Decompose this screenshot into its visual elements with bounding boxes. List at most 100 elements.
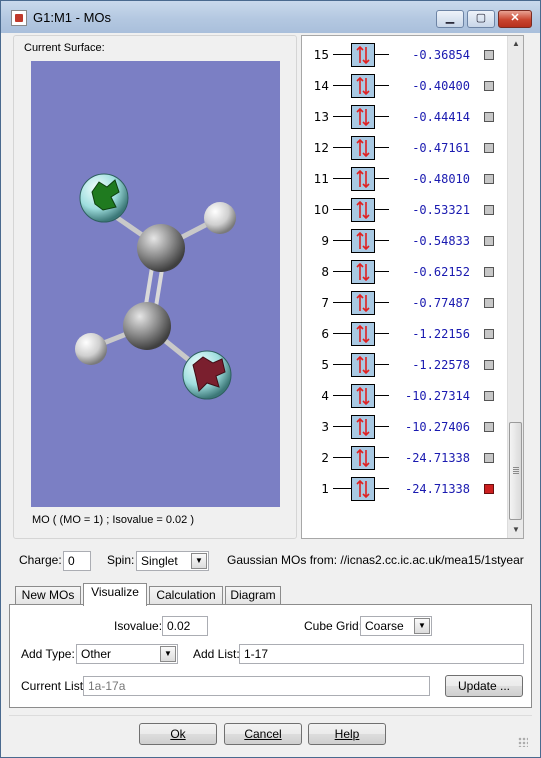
ok-button[interactable]: Ok <box>139 723 217 745</box>
mo-surface-toggle[interactable] <box>484 360 494 370</box>
mo-list-scrollbar[interactable]: ▲ ▼ <box>507 36 523 538</box>
molecule-viewport[interactable] <box>31 61 280 507</box>
mo-surface-toggle[interactable] <box>484 143 494 153</box>
title-bar[interactable]: G1:M1 - MOs ▁ ▢ ✕ <box>1 1 540 33</box>
mo-surface-toggle[interactable] <box>484 391 494 401</box>
mo-energy-value: -24.71338 <box>404 482 470 496</box>
mo-level-row[interactable]: 14 -0.40400 <box>302 73 508 99</box>
mo-level-row[interactable]: 9 -0.54833 <box>302 228 508 254</box>
mo-occupancy-box[interactable] <box>351 291 375 315</box>
mo-surface-toggle[interactable] <box>484 267 494 277</box>
mo-level-row[interactable]: 3 -10.27406 <box>302 414 508 440</box>
scroll-up-arrow-icon[interactable]: ▲ <box>508 36 524 52</box>
mo-occupancy-box[interactable] <box>351 260 375 284</box>
mo-surface-toggle[interactable] <box>484 50 494 60</box>
mo-level-row[interactable]: 12 -0.47161 <box>302 135 508 161</box>
mo-level-row[interactable]: 11 -0.48010 <box>302 166 508 192</box>
close-icon: ✕ <box>510 12 520 24</box>
electron-pair-icon <box>356 107 370 127</box>
mo-occupancy-box[interactable] <box>351 43 375 67</box>
mo-number: 14 <box>313 79 329 93</box>
mo-surface-toggle[interactable] <box>484 81 494 91</box>
electron-pair-icon <box>356 262 370 282</box>
charge-field[interactable]: 0 <box>63 551 91 571</box>
mo-number: 3 <box>321 420 329 434</box>
mo-level-row[interactable]: 1 -24.71338 <box>302 476 508 502</box>
mo-level-line <box>333 395 351 396</box>
cancel-button[interactable]: Cancel <box>224 723 302 745</box>
mo-level-row[interactable]: 2 -24.71338 <box>302 445 508 471</box>
mo-energy-value: -1.22156 <box>412 327 470 341</box>
mo-level-line <box>333 54 351 55</box>
mo-surface-toggle[interactable] <box>484 205 494 215</box>
tab-new-mos[interactable]: New MOs <box>15 586 81 605</box>
mo-surface-toggle[interactable] <box>484 112 494 122</box>
scroll-down-arrow-icon[interactable]: ▼ <box>508 522 524 538</box>
mo-level-row[interactable]: 8 -0.62152 <box>302 259 508 285</box>
mo-surface-toggle[interactable] <box>484 453 494 463</box>
chevron-down-icon[interactable]: ▼ <box>160 646 176 662</box>
mo-level-line <box>375 116 389 117</box>
help-button[interactable]: Help <box>308 723 386 745</box>
spin-select[interactable]: Singlet ▼ <box>136 551 209 571</box>
mo-level-row[interactable]: 6 -1.22156 <box>302 321 508 347</box>
minimize-button[interactable]: ▁ <box>436 10 464 28</box>
mo-level-line <box>333 209 351 210</box>
mo-level-row[interactable]: 10 -0.53321 <box>302 197 508 223</box>
parameters-row: Charge: 0 Spin: Singlet ▼ Gaussian MOs f… <box>9 549 532 573</box>
mo-occupancy-box[interactable] <box>351 415 375 439</box>
mo-surface-toggle[interactable] <box>484 174 494 184</box>
mos-dialog-window: G1:M1 - MOs ▁ ▢ ✕ Current Surface: MO (… <box>0 0 541 758</box>
mo-level-row[interactable]: 4 -10.27314 <box>302 383 508 409</box>
cancel-button-label: Cancel <box>244 727 282 741</box>
mo-occupancy-box[interactable] <box>351 136 375 160</box>
mo-level-line <box>375 488 389 489</box>
scrollbar-thumb[interactable] <box>509 422 522 520</box>
visualize-tab-panel: Isovalue: 0.02 Cube Grid: Coarse ▼ Add T… <box>9 604 532 708</box>
mo-surface-toggle[interactable] <box>484 236 494 246</box>
tab-visualize[interactable]: Visualize <box>83 583 147 606</box>
carbon-atom-upper <box>137 224 185 272</box>
cube-grid-select[interactable]: Coarse ▼ <box>360 616 432 636</box>
maximize-button[interactable]: ▢ <box>467 10 495 28</box>
mo-surface-toggle[interactable] <box>484 422 494 432</box>
mo-occupancy-box[interactable] <box>351 353 375 377</box>
mo-occupancy-box[interactable] <box>351 446 375 470</box>
mo-surface-toggle[interactable] <box>484 298 494 308</box>
mo-level-row[interactable]: 13 -0.44414 <box>302 104 508 130</box>
mo-occupancy-box[interactable] <box>351 167 375 191</box>
mo-number: 13 <box>313 110 329 124</box>
close-button[interactable]: ✕ <box>498 10 532 28</box>
tab-diagram[interactable]: Diagram <box>225 586 281 605</box>
mo-occupancy-box[interactable] <box>351 229 375 253</box>
add-type-select[interactable]: Other ▼ <box>76 644 178 664</box>
electron-pair-icon <box>356 324 370 344</box>
gaussview-app-icon[interactable] <box>11 10 27 26</box>
mo-number: 11 <box>313 172 329 186</box>
mo-occupancy-box[interactable] <box>351 322 375 346</box>
mo-surface-toggle[interactable] <box>484 484 494 494</box>
mo-level-line <box>375 85 389 86</box>
mo-level-line <box>333 271 351 272</box>
add-list-field[interactable]: 1-17 <box>239 644 524 664</box>
update-button[interactable]: Update ... <box>445 675 523 697</box>
mo-level-row[interactable]: 7 -0.77487 <box>302 290 508 316</box>
chevron-down-icon[interactable]: ▼ <box>414 618 430 634</box>
mo-level-row[interactable]: 5 -1.22578 <box>302 352 508 378</box>
mo-level-line <box>333 302 351 303</box>
mo-number: 1 <box>321 482 329 496</box>
mo-surface-toggle[interactable] <box>484 329 494 339</box>
isovalue-field[interactable]: 0.02 <box>162 616 208 636</box>
mo-occupancy-box[interactable] <box>351 384 375 408</box>
chlorine-atom-bottom <box>182 350 232 400</box>
resize-grip-icon[interactable] <box>518 737 528 747</box>
mo-level-line <box>375 147 389 148</box>
mo-occupancy-box[interactable] <box>351 74 375 98</box>
mo-occupancy-box[interactable] <box>351 105 375 129</box>
tab-calculation[interactable]: Calculation <box>149 586 223 605</box>
chevron-down-icon[interactable]: ▼ <box>191 553 207 569</box>
mo-occupancy-box[interactable] <box>351 477 375 501</box>
mo-level-row[interactable]: 15 -0.36854 <box>302 42 508 68</box>
mo-occupancy-box[interactable] <box>351 198 375 222</box>
spin-select-value: Singlet <box>141 554 178 568</box>
